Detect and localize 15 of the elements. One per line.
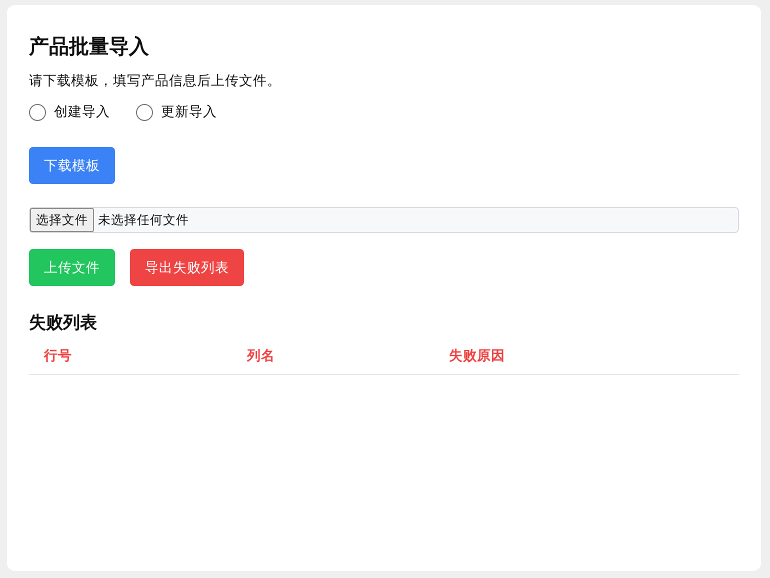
- instruction-text: 请下载模板，填写产品信息后上传文件。: [29, 72, 282, 90]
- download-template-button[interactable]: 下载模板: [29, 147, 115, 184]
- choose-file-button[interactable]: 选择文件: [30, 208, 94, 232]
- column-header: 列名: [247, 347, 276, 365]
- radio-label[interactable]: 创建导入: [54, 103, 110, 121]
- radio-button[interactable]: [29, 104, 46, 120]
- section-title: 失败列表: [29, 312, 98, 335]
- radio-button[interactable]: [136, 104, 153, 120]
- page-title: 产品批量导入: [29, 33, 150, 59]
- column-header: 失败原因: [449, 347, 506, 365]
- file-status-text: 未选择任何文件: [98, 212, 189, 228]
- column-header: 行号: [44, 347, 73, 365]
- export-button[interactable]: 导出失败列表: [130, 249, 244, 286]
- file-input-field[interactable]: 选择文件 未选择任何文件: [29, 207, 739, 233]
- radio-label[interactable]: 更新导入: [161, 103, 217, 121]
